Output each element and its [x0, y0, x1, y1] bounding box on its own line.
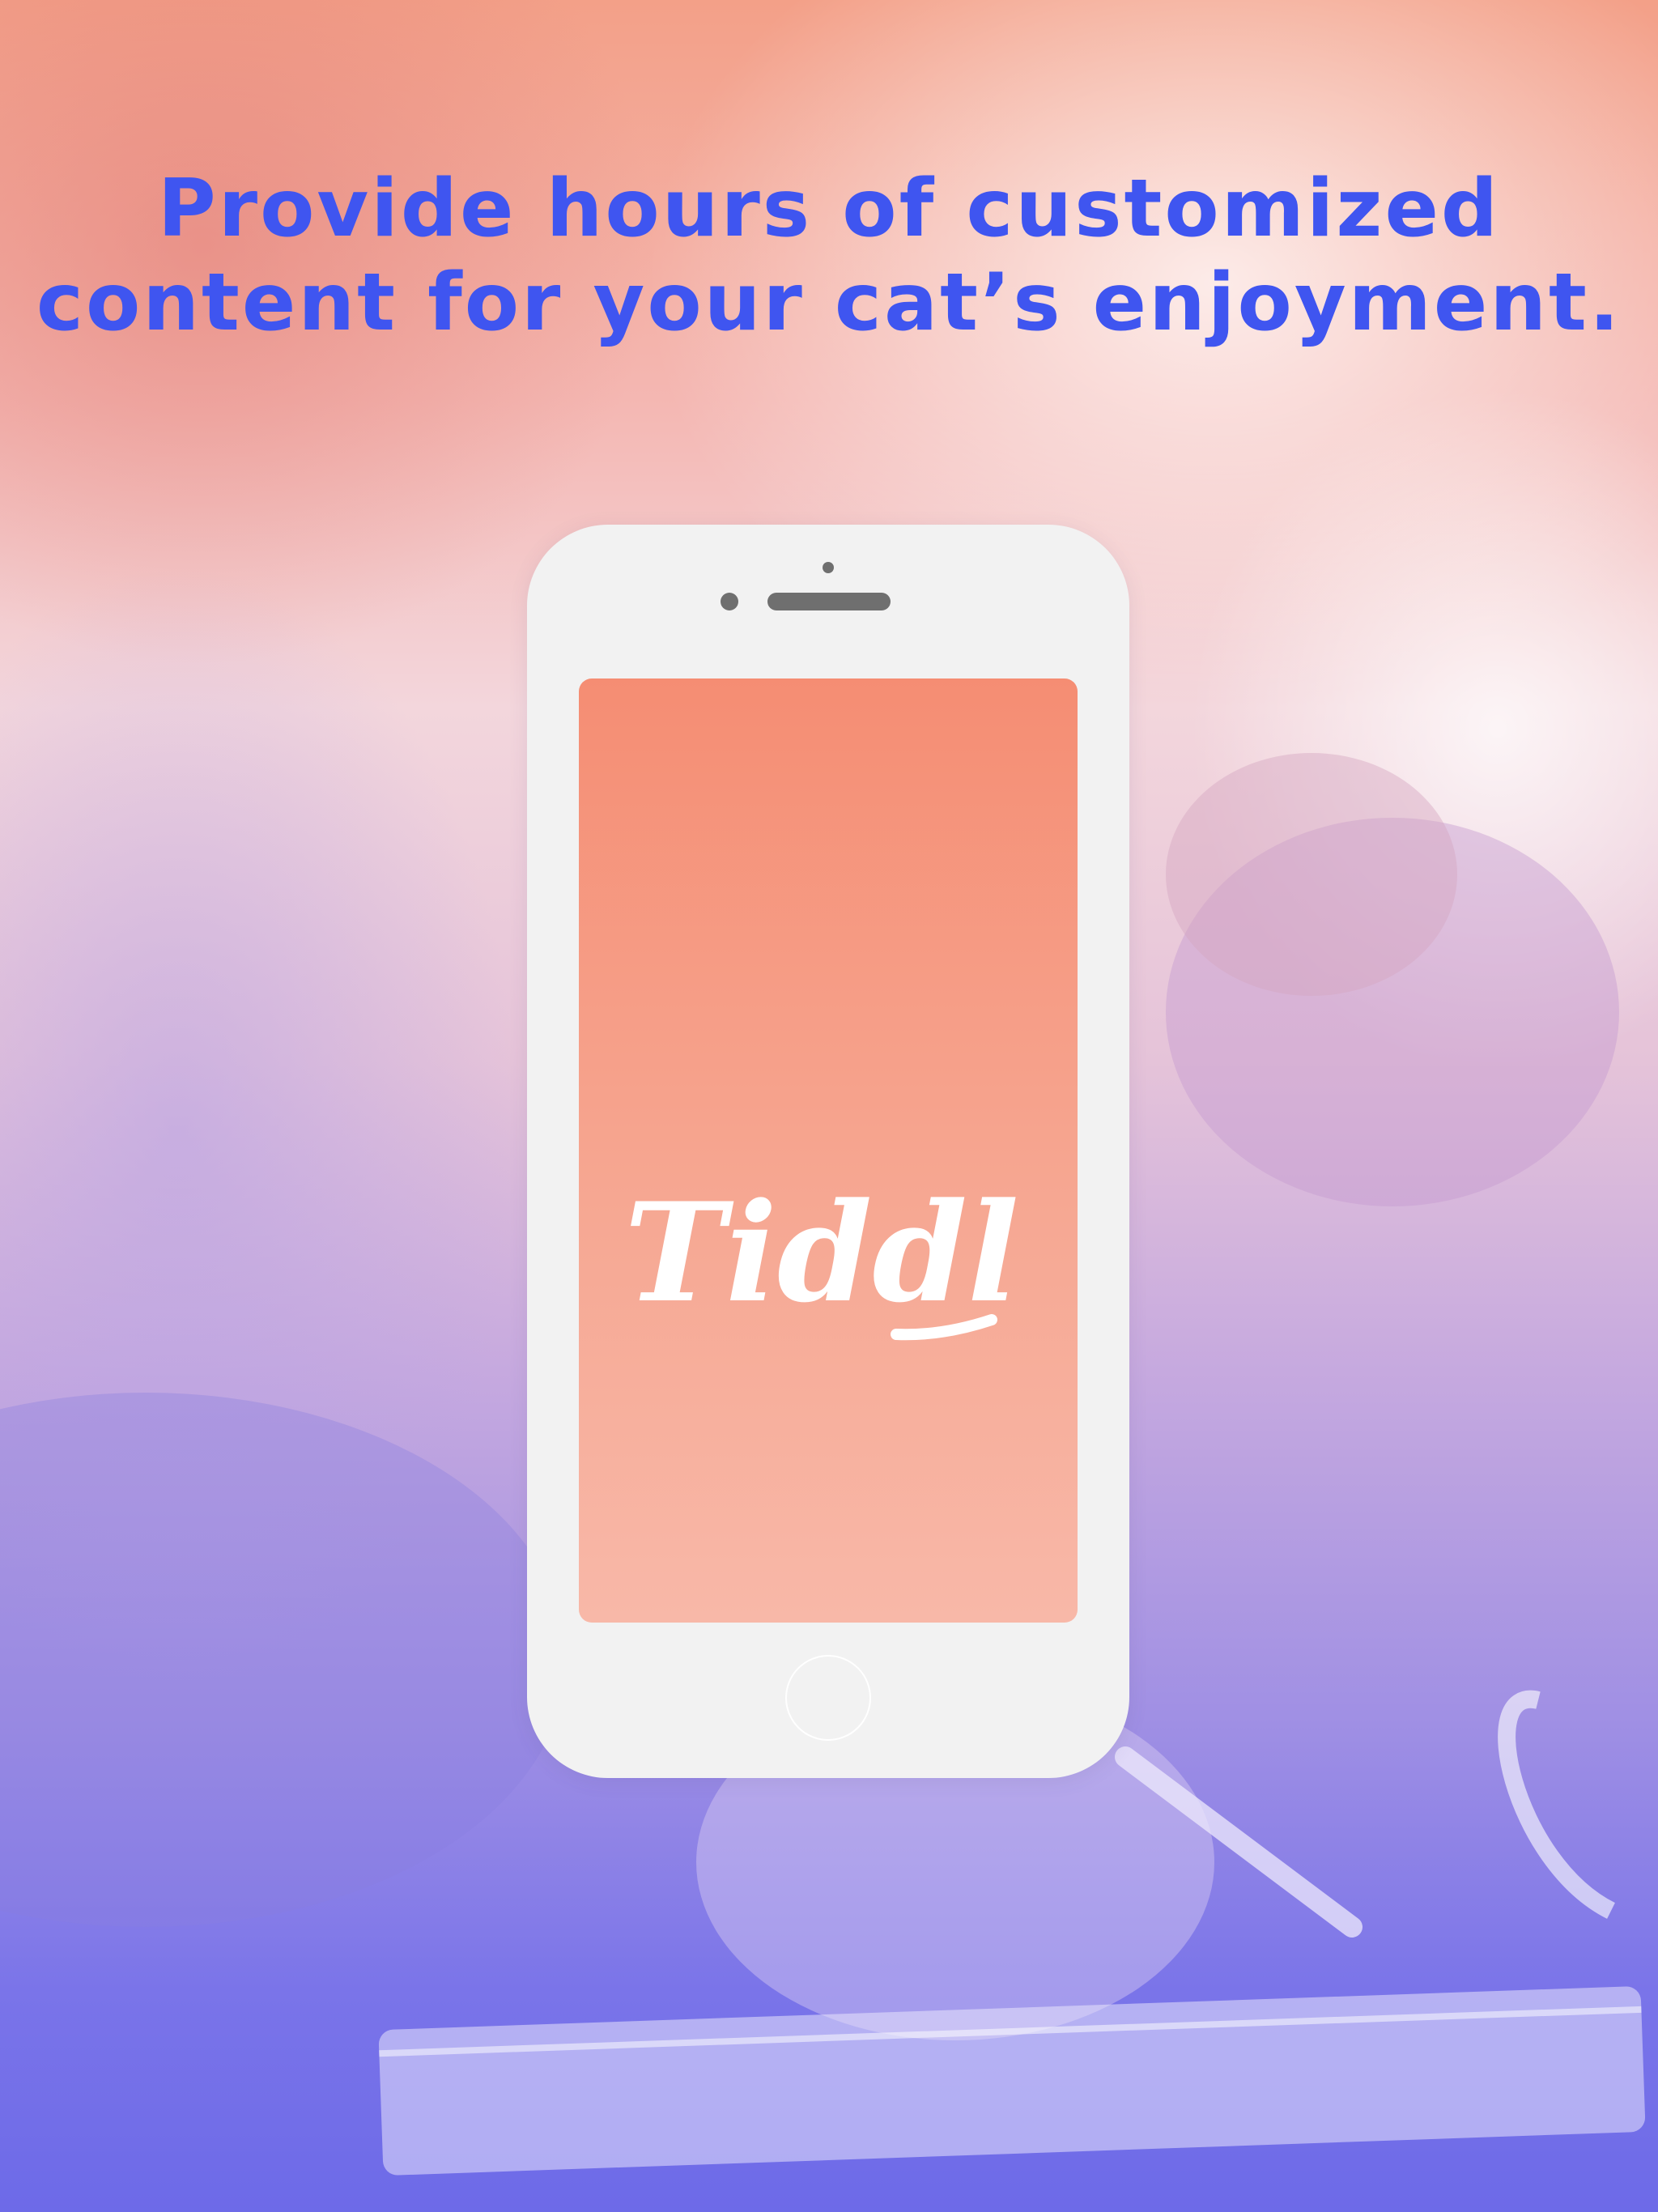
headline-line-1: Provide hours of customized	[157, 163, 1501, 255]
phone-mockup: Tiddl	[527, 525, 1129, 1778]
phone-screen[interactable]: Tiddl	[579, 678, 1078, 1623]
app-logo-text: Tiddl	[624, 1172, 1019, 1333]
home-button-icon[interactable]	[785, 1655, 871, 1741]
headline-line-2: content for your cat’s enjoyment.	[36, 257, 1622, 349]
speaker-icon	[767, 593, 891, 610]
front-sensor-icon	[721, 593, 738, 610]
headline: Provide hours of customized content for …	[0, 162, 1658, 350]
app-logo: Tiddl	[624, 1172, 1019, 1341]
camera-icon	[823, 562, 834, 573]
